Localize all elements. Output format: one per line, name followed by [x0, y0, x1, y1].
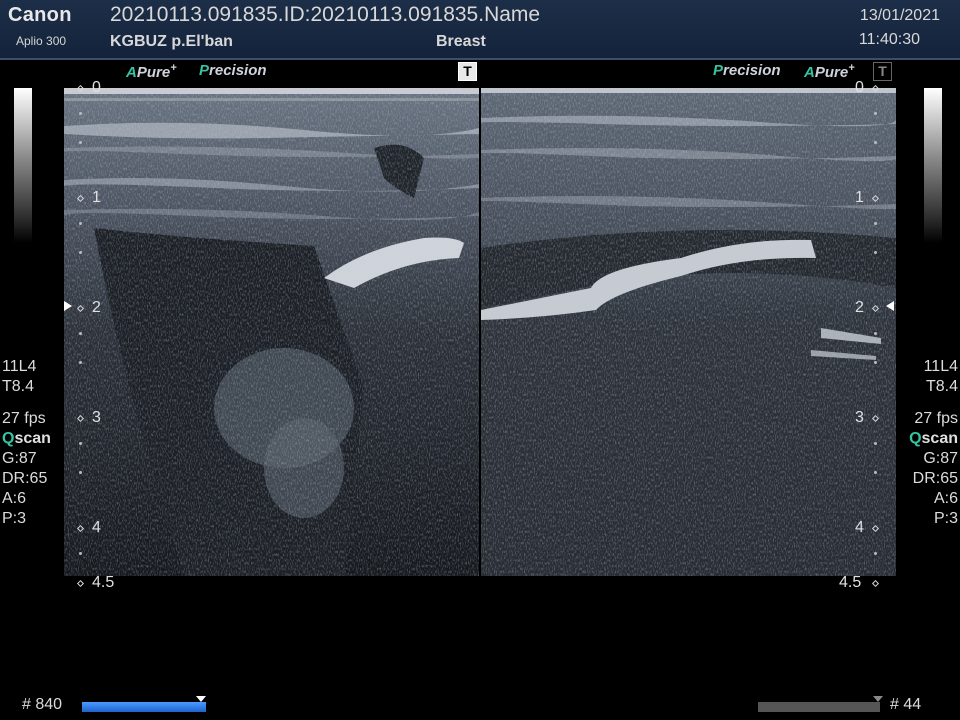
right-params: 11L4 T8.4 27 fps Qscan G:87 DR:65 A:6 P:… — [909, 357, 958, 529]
right-grayscale-bar — [924, 88, 942, 243]
left-t-toggle[interactable]: T — [458, 62, 477, 81]
apure-text: Pure — [136, 64, 171, 81]
depth-label-2: 2 — [855, 299, 864, 316]
depth-label-4-5: 4.5 — [92, 574, 115, 591]
depth-label-0: 0 — [855, 79, 864, 96]
depth-label-3: 3 — [855, 409, 864, 426]
depth-minor-tick — [874, 141, 877, 144]
depth-minor-tick — [79, 141, 82, 144]
exam-time: 11:40:30 — [858, 31, 920, 48]
exam-preset: Breast — [436, 33, 486, 50]
depth-label-4: 4 — [855, 519, 864, 536]
depth-tick — [76, 579, 85, 588]
precision-text: recision — [723, 62, 781, 79]
fps-label: 27 fps — [914, 410, 958, 427]
right-cine-bar[interactable] — [758, 702, 880, 712]
right-precision-badge: Precision — [713, 62, 781, 79]
brand-logo: Canon — [8, 4, 72, 26]
depth-minor-tick — [874, 552, 877, 555]
left-focus-marker[interactable] — [64, 301, 72, 311]
qscan-text: scan — [14, 430, 51, 447]
depth-minor-tick — [874, 442, 877, 445]
image-divider — [479, 88, 481, 576]
a-label: A:6 — [2, 490, 27, 507]
depth-minor-tick — [79, 222, 82, 225]
right-t-toggle[interactable]: T — [873, 62, 892, 81]
apure-a: A — [126, 64, 137, 81]
apure-text: Pure — [814, 64, 849, 81]
qscan-q: Q — [2, 430, 15, 447]
left-apure-badge: APure+ — [126, 62, 177, 81]
system-model: Aplio 300 — [16, 34, 67, 48]
p-label: P:3 — [2, 510, 27, 527]
depth-minor-tick — [79, 552, 82, 555]
depth-minor-tick — [79, 251, 82, 254]
apure-a: A — [804, 64, 815, 81]
fps-label: 27 fps — [2, 410, 46, 427]
depth-minor-tick — [79, 442, 82, 445]
left-params: 11L4 T8.4 27 fps Qscan G:87 DR:65 A:6 P:… — [2, 357, 51, 529]
left-frame-number: # 840 — [22, 696, 63, 713]
depth-minor-tick — [874, 251, 877, 254]
probe-label: 11L4 — [2, 358, 37, 375]
depth-minor-tick — [79, 332, 82, 335]
gain-label: G:87 — [2, 450, 37, 467]
dr-label: DR:65 — [2, 470, 48, 487]
right-cine-cursor[interactable] — [873, 696, 883, 702]
depth-label-4: 4 — [92, 519, 101, 536]
depth-minor-tick — [874, 112, 877, 115]
dr-label: DR:65 — [912, 470, 958, 487]
precision-text: recision — [209, 62, 267, 79]
hospital-name: KGBUZ p.El'ban — [110, 33, 233, 50]
right-apure-badge: APure+ — [804, 62, 855, 81]
depth-minor-tick — [874, 471, 877, 474]
gain-label: G:87 — [923, 450, 958, 467]
precision-p: P — [713, 62, 724, 79]
left-grayscale-bar — [14, 88, 32, 243]
depth-minor-tick — [874, 222, 877, 225]
qscan-q: Q — [909, 430, 922, 447]
depth-label-2: 2 — [92, 299, 101, 316]
depth-label-0: 0 — [92, 79, 101, 96]
probe-label: 11L4 — [923, 358, 958, 375]
right-ultrasound-image[interactable] — [481, 88, 896, 576]
study-id: 20210113.091835.ID:20210113.091835.Name — [110, 3, 541, 26]
apure-sup: + — [170, 62, 177, 74]
depth-minor-tick — [874, 361, 877, 364]
qscan-label: Qscan — [2, 429, 51, 449]
depth-tick — [871, 579, 880, 588]
qscan-label: Qscan — [909, 429, 958, 449]
depth-label-1: 1 — [855, 189, 864, 206]
depth-label-4-5: 4.5 — [839, 574, 862, 591]
precision-p: P — [199, 62, 210, 79]
depth-label-3: 3 — [92, 409, 101, 426]
depth-label-1: 1 — [92, 189, 101, 206]
a-label: A:6 — [933, 490, 958, 507]
header-bar: Canon Aplio 300 20210113.091835.ID:20210… — [0, 0, 960, 60]
qscan-text: scan — [921, 430, 958, 447]
apure-sup: + — [848, 62, 855, 74]
exam-date: 13/01/2021 — [859, 7, 940, 24]
right-focus-marker[interactable] — [886, 301, 894, 311]
left-precision-badge: Precision — [199, 62, 267, 79]
tgc-label: T8.4 — [925, 378, 958, 395]
depth-minor-tick — [874, 332, 877, 335]
left-ultrasound-image[interactable] — [64, 88, 479, 576]
depth-minor-tick — [79, 361, 82, 364]
depth-minor-tick — [79, 112, 82, 115]
right-frame-number: # 44 — [890, 696, 922, 713]
p-label: P:3 — [933, 510, 958, 527]
depth-minor-tick — [79, 471, 82, 474]
tgc-label: T8.4 — [2, 378, 35, 395]
left-cine-cursor[interactable] — [196, 696, 206, 702]
left-cine-bar[interactable] — [82, 702, 206, 712]
